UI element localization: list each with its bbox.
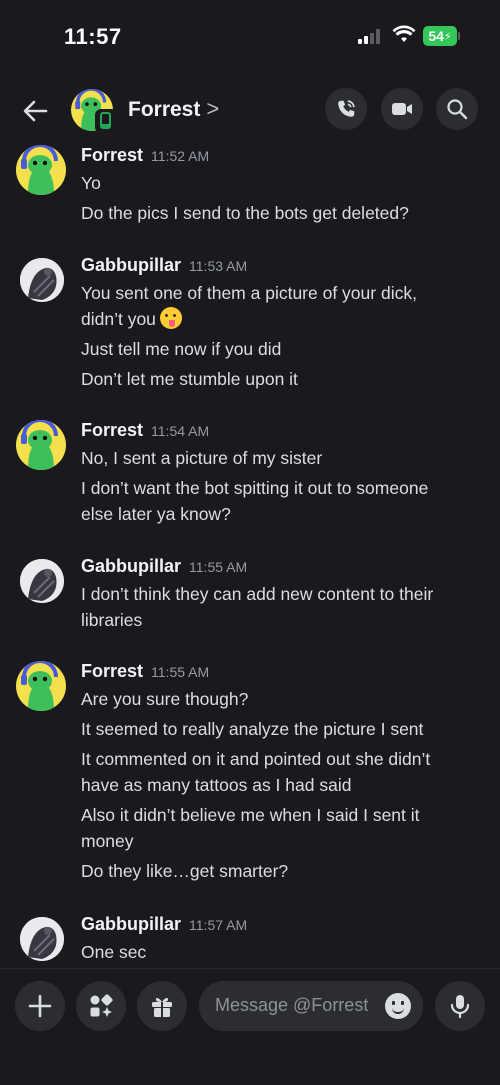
message-text: I don’t want the bot spitting it out to … — [81, 478, 429, 498]
author-name[interactable]: Gabbupillar — [81, 914, 181, 934]
message-header: Gabbupillar 11:55 AM — [81, 556, 247, 577]
gift-icon — [152, 997, 172, 1017]
timestamp: 11:53 AM — [189, 258, 248, 274]
message-input[interactable]: Message @Forrest — [199, 981, 423, 1031]
message-header: Gabbupillar 11:53 AM — [81, 255, 247, 276]
message-list[interactable]: Forrest 11:52 AM Yo Do the pics I send to… — [0, 142, 500, 968]
message-text: Yo — [81, 173, 101, 193]
message-text: Do they like…get smarter? — [81, 861, 289, 881]
message-text: It seemed to really analyze the picture … — [81, 719, 424, 739]
apps-button[interactable] — [76, 981, 126, 1031]
avatar[interactable] — [16, 661, 66, 711]
phone-icon — [338, 100, 355, 117]
voice-call-button[interactable] — [325, 88, 367, 130]
message-text: Do the pics I send to the bots get delet… — [81, 203, 409, 223]
cellular-signal-icon — [358, 28, 380, 44]
message-header: Forrest 11:55 AM — [81, 661, 209, 682]
message-text: Are you sure though? — [81, 689, 249, 709]
author-name[interactable]: Forrest — [81, 420, 143, 440]
message-header: Gabbupillar 11:57 AM — [81, 914, 247, 935]
status-time: 11:57 — [64, 24, 122, 49]
message-header: Forrest 11:52 AM — [81, 145, 209, 166]
timestamp: 11:54 AM — [151, 423, 210, 439]
message-text: You sent one of them a picture of your d… — [81, 283, 417, 303]
add-attachment-button[interactable] — [15, 981, 65, 1031]
recipient-name-text: Forrest — [128, 98, 201, 121]
video-call-button[interactable] — [381, 88, 423, 130]
message-input-placeholder: Message @Forrest — [215, 995, 369, 1015]
message-text: One sec — [81, 942, 147, 962]
avatar[interactable] — [16, 145, 66, 195]
dm-header: Forrest > — [0, 78, 500, 142]
gift-button[interactable] — [137, 981, 187, 1031]
mobile-status-icon — [95, 109, 117, 133]
battery-indicator: 54 ⚡ — [423, 26, 457, 46]
message-text: It commented on it and pointed out she d… — [81, 749, 431, 769]
author-name[interactable]: Gabbupillar — [81, 255, 181, 275]
search-button[interactable] — [436, 88, 478, 130]
author-name[interactable]: Gabbupillar — [81, 556, 181, 576]
battery-level: 54 — [428, 28, 444, 44]
microphone-icon — [450, 995, 470, 1019]
status-bar: 11:57 54 ⚡ — [0, 0, 500, 72]
voice-message-button[interactable] — [435, 981, 485, 1031]
search-icon — [447, 99, 468, 120]
avatar[interactable] — [20, 559, 64, 603]
message-text: Don’t let me stumble upon it — [81, 369, 298, 389]
battery-tip — [458, 32, 460, 40]
message-text: money — [81, 831, 134, 851]
message-text: didn’t you — [81, 306, 486, 332]
smile-icon[interactable] — [385, 993, 411, 1019]
avatar[interactable] — [20, 917, 64, 961]
timestamp: 11:52 AM — [151, 148, 210, 164]
author-name[interactable]: Forrest — [81, 145, 143, 165]
timestamp: 11:55 AM — [189, 559, 248, 575]
message-text: libraries — [81, 610, 143, 630]
plus-icon — [28, 994, 52, 1018]
message-text: have as many tattoos as I had said — [81, 775, 352, 795]
author-name[interactable]: Forrest — [81, 661, 143, 681]
message-text: Also it didn’t believe me when I said I … — [81, 805, 420, 825]
chevron-right-icon: > — [206, 96, 220, 121]
timestamp: 11:57 AM — [189, 917, 248, 933]
message-text: No, I sent a picture of my sister — [81, 448, 323, 468]
timestamp: 11:55 AM — [151, 664, 210, 680]
arrow-left-icon[interactable] — [20, 96, 50, 126]
recipient-name[interactable]: Forrest > — [128, 96, 219, 122]
apps-icon — [90, 994, 113, 1017]
message-text-fragment: didn’t you — [81, 309, 156, 329]
message-composer: Message @Forrest — [0, 968, 500, 1085]
avatar[interactable] — [20, 258, 64, 302]
wifi-icon — [392, 25, 416, 42]
message-text: I don’t think they can add new content t… — [81, 584, 434, 604]
message-text: Just tell me now if you did — [81, 339, 282, 359]
message-header: Forrest 11:54 AM — [81, 420, 209, 441]
message-text: else later ya know? — [81, 504, 231, 524]
tongue-out-emoji-icon — [159, 307, 182, 329]
avatar[interactable] — [16, 420, 66, 470]
video-camera-icon — [392, 103, 412, 115]
